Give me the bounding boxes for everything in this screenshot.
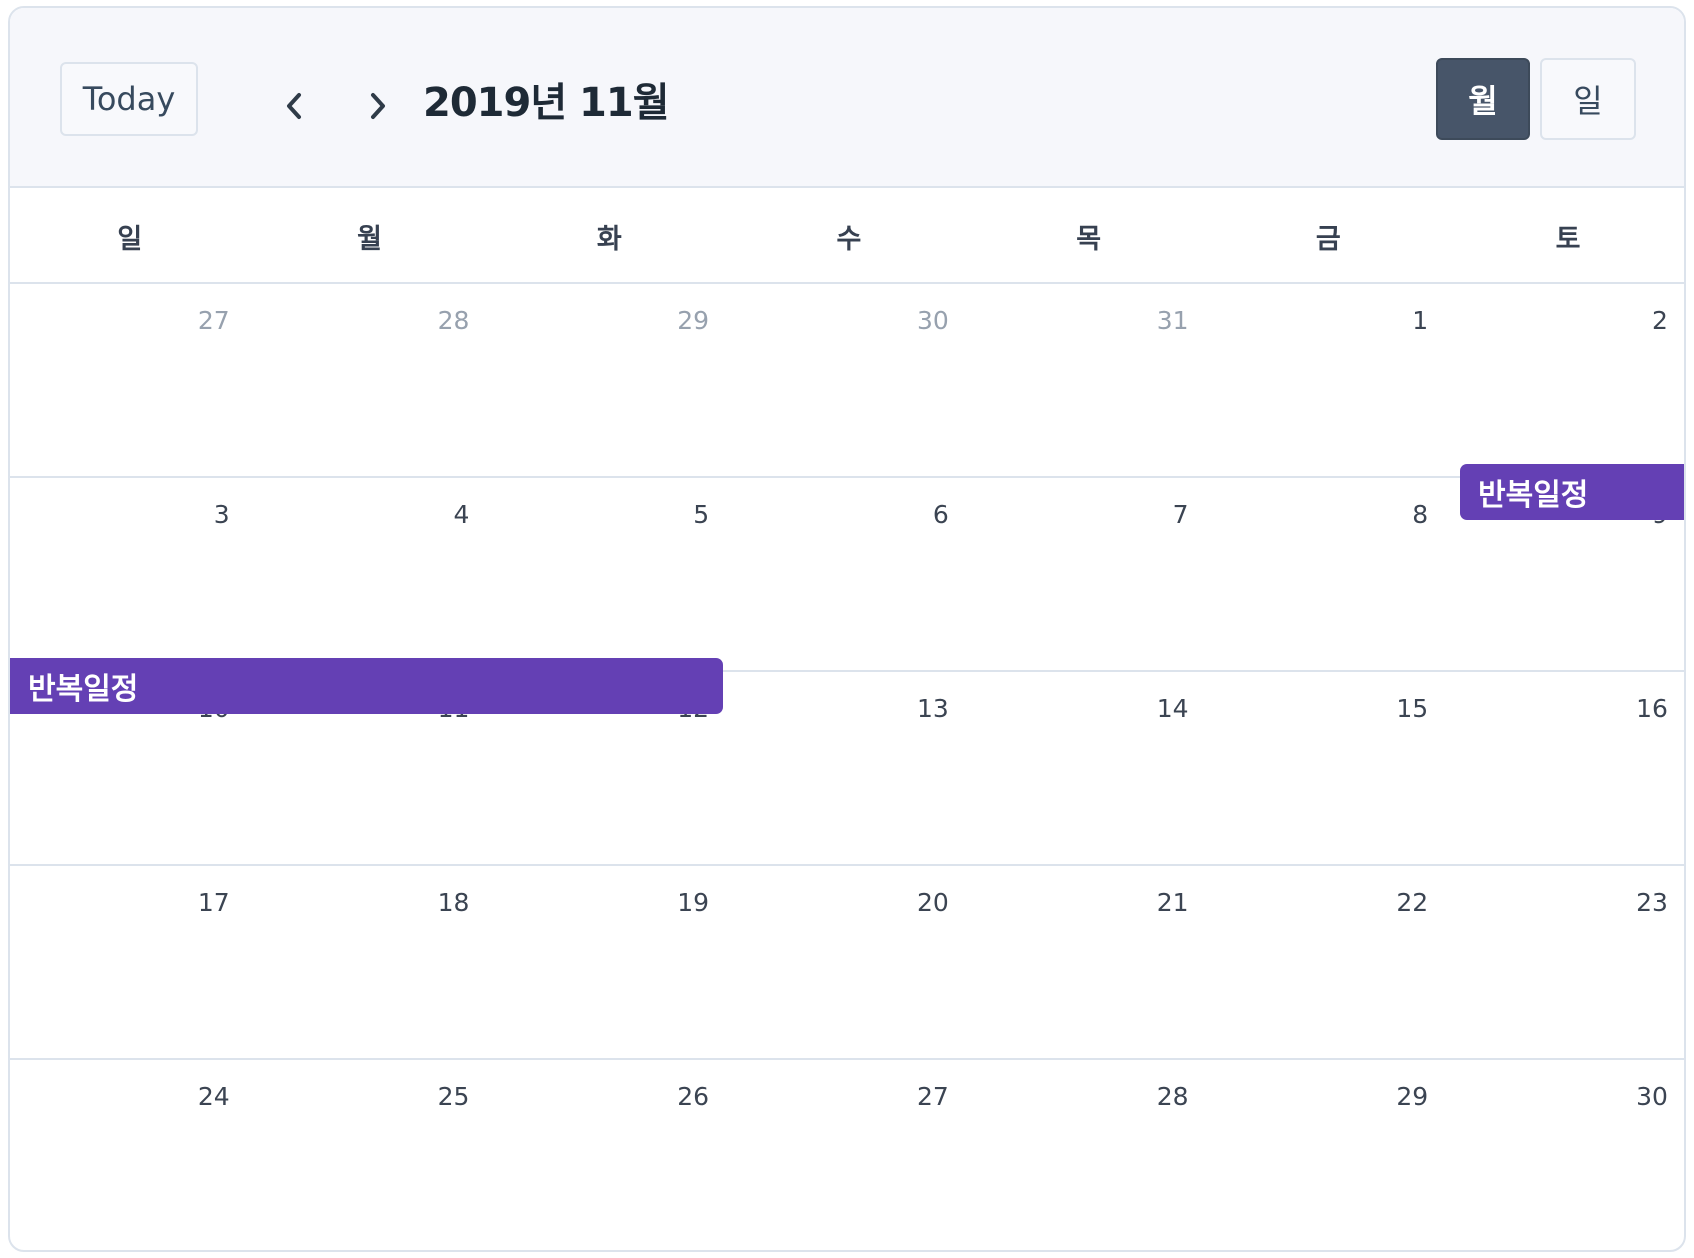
today-button[interactable]: Today: [60, 62, 198, 136]
weekday-tue: 화: [596, 223, 622, 255]
day-number[interactable]: 30: [1468, 1082, 1668, 1111]
day-number[interactable]: 29: [509, 306, 709, 335]
next-month-button[interactable]: [358, 86, 398, 126]
day-view-button[interactable]: 일: [1540, 58, 1636, 140]
day-number[interactable]: 26: [509, 1082, 709, 1111]
day-number[interactable]: 6: [749, 500, 949, 529]
week-row: 3456789: [10, 478, 1684, 672]
weekday-sat: 토: [1555, 223, 1581, 255]
weekday-thu: 목: [1076, 223, 1102, 255]
week-row: 24 25 26 27 28 29 30: [10, 1060, 1684, 1250]
day-number[interactable]: 29: [1228, 1082, 1428, 1111]
day-number[interactable]: 21: [989, 888, 1189, 917]
day-number[interactable]: 17: [30, 888, 230, 917]
calendar: Today 2019년 11월 월 일 일 월 화 수 목 금 토 27 28 29…: [8, 6, 1686, 1252]
chevron-right-icon: [371, 93, 385, 119]
day-number[interactable]: 22: [1228, 888, 1428, 917]
weekday-header: 일 월 화 수 목 금 토: [10, 188, 1684, 284]
day-number[interactable]: 1: [1228, 306, 1428, 335]
day-number[interactable]: 27: [749, 1082, 949, 1111]
day-number[interactable]: 20: [749, 888, 949, 917]
week-row: 27 28 29 30 31 1 2: [10, 284, 1684, 478]
day-number[interactable]: 24: [30, 1082, 230, 1111]
day-number[interactable]: 28: [989, 1082, 1189, 1111]
day-number[interactable]: 23: [1468, 888, 1668, 917]
day-number[interactable]: 16: [1468, 694, 1668, 723]
day-number[interactable]: 15: [1228, 694, 1428, 723]
calendar-title: 2019년 11월: [423, 80, 670, 126]
week-row: 17 18 19 20 21 22 23: [10, 866, 1684, 1060]
event-recurring[interactable]: 반복일정: [1460, 464, 1684, 520]
event-recurring[interactable]: 반복일정: [10, 658, 723, 714]
day-number[interactable]: 2: [1468, 306, 1668, 335]
day-number[interactable]: 25: [269, 1082, 470, 1111]
day-number[interactable]: 8: [1228, 500, 1428, 529]
weekday-sun: 일: [117, 223, 143, 255]
weekday-mon: 월: [357, 223, 382, 255]
day-number[interactable]: 19: [509, 888, 709, 917]
day-number[interactable]: 31: [989, 306, 1189, 335]
month-view-button[interactable]: 월: [1436, 58, 1530, 140]
day-number[interactable]: 13: [749, 694, 949, 723]
prev-month-button[interactable]: [274, 86, 314, 126]
chevron-left-icon: [287, 93, 301, 119]
day-number[interactable]: 4: [269, 500, 469, 529]
weekday-wed: 수: [836, 223, 862, 255]
day-number[interactable]: 18: [269, 888, 470, 917]
day-number[interactable]: 5: [509, 500, 709, 529]
day-number[interactable]: 28: [269, 306, 470, 335]
weekday-fri: 금: [1315, 223, 1341, 255]
day-number[interactable]: 30: [749, 306, 949, 335]
month-grid: 272829303112 3456789 10111213141516 1718…: [10, 284, 1684, 1250]
day-number[interactable]: 27: [30, 306, 230, 335]
day-number[interactable]: 14: [989, 694, 1189, 723]
day-number[interactable]: 7: [989, 500, 1189, 529]
calendar-toolbar: Today 2019년 11월 월 일: [10, 8, 1684, 188]
day-number[interactable]: 3: [30, 500, 230, 529]
